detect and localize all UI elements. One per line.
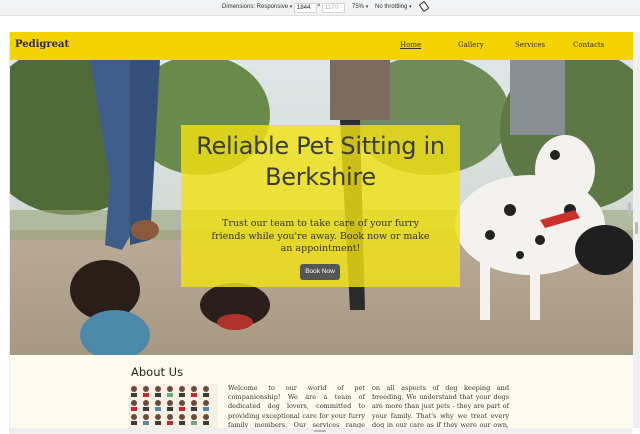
nav-link-home[interactable]: Home [400, 41, 421, 49]
navbar: Pedigreat Home Gallery Services Contacts [10, 32, 633, 60]
about-us-heading: About Us [131, 365, 184, 379]
hero-section: Reliable Pet Sitting in Berkshire Trust … [10, 60, 633, 355]
grip-icon [314, 430, 326, 432]
rotate-icon[interactable] [419, 1, 429, 14]
dimensions-label: Dimensions: Responsive [222, 4, 289, 10]
throttling-value: No throttling [375, 4, 408, 10]
zoom-dropdown[interactable]: 75% ▾ [352, 4, 368, 10]
nav-link-gallery[interactable]: Gallery [458, 41, 484, 49]
nav-link-services[interactable]: Services [515, 41, 545, 49]
about-text-column-2: on all aspects of dog keeping and breedi… [372, 384, 509, 428]
hero-title: Reliable Pet Sitting in Berkshire [181, 131, 460, 193]
page-scrollbar-thumb[interactable] [628, 202, 631, 217]
chevron-down-icon: ▾ [289, 4, 293, 10]
hero-title-line1: Reliable Pet Sitting in [196, 132, 445, 160]
viewport-resize-handle-right[interactable] [633, 32, 640, 428]
times-label: × [317, 3, 321, 9]
height-input[interactable]: 1170 [322, 3, 345, 13]
viewport-resize-handle-bottom[interactable] [9, 428, 632, 434]
zoom-value: 75% [352, 4, 365, 10]
about-text-column-1: Welcome to our world of pet companionshi… [228, 384, 365, 428]
page-viewport: Pedigreat Home Gallery Services Contacts [9, 32, 634, 428]
chevron-down-icon: ▾ [365, 4, 369, 10]
book-now-button[interactable]: Book Now [300, 264, 340, 280]
hero-overlay-box: Reliable Pet Sitting in Berkshire Trust … [181, 125, 460, 287]
nav-link-contacts[interactable]: Contacts [573, 41, 604, 49]
chevron-down-icon: ▾ [409, 4, 412, 10]
devtools-device-toolbar: Dimensions: Responsive ▾ 1844 × 1170 75%… [0, 0, 640, 16]
throttling-dropdown[interactable]: No throttling ▾ [375, 4, 412, 10]
grip-icon [635, 222, 638, 234]
hero-subtitle: Trust our team to take care of your furr… [211, 218, 430, 254]
hero-title-line2: Berkshire [265, 163, 376, 191]
site-brand[interactable]: Pedigreat [15, 39, 69, 50]
team-photo-grid [129, 384, 218, 428]
dimensions-dropdown[interactable]: Dimensions: Responsive ▾ [222, 4, 292, 10]
width-input[interactable]: 1844 [294, 3, 317, 13]
